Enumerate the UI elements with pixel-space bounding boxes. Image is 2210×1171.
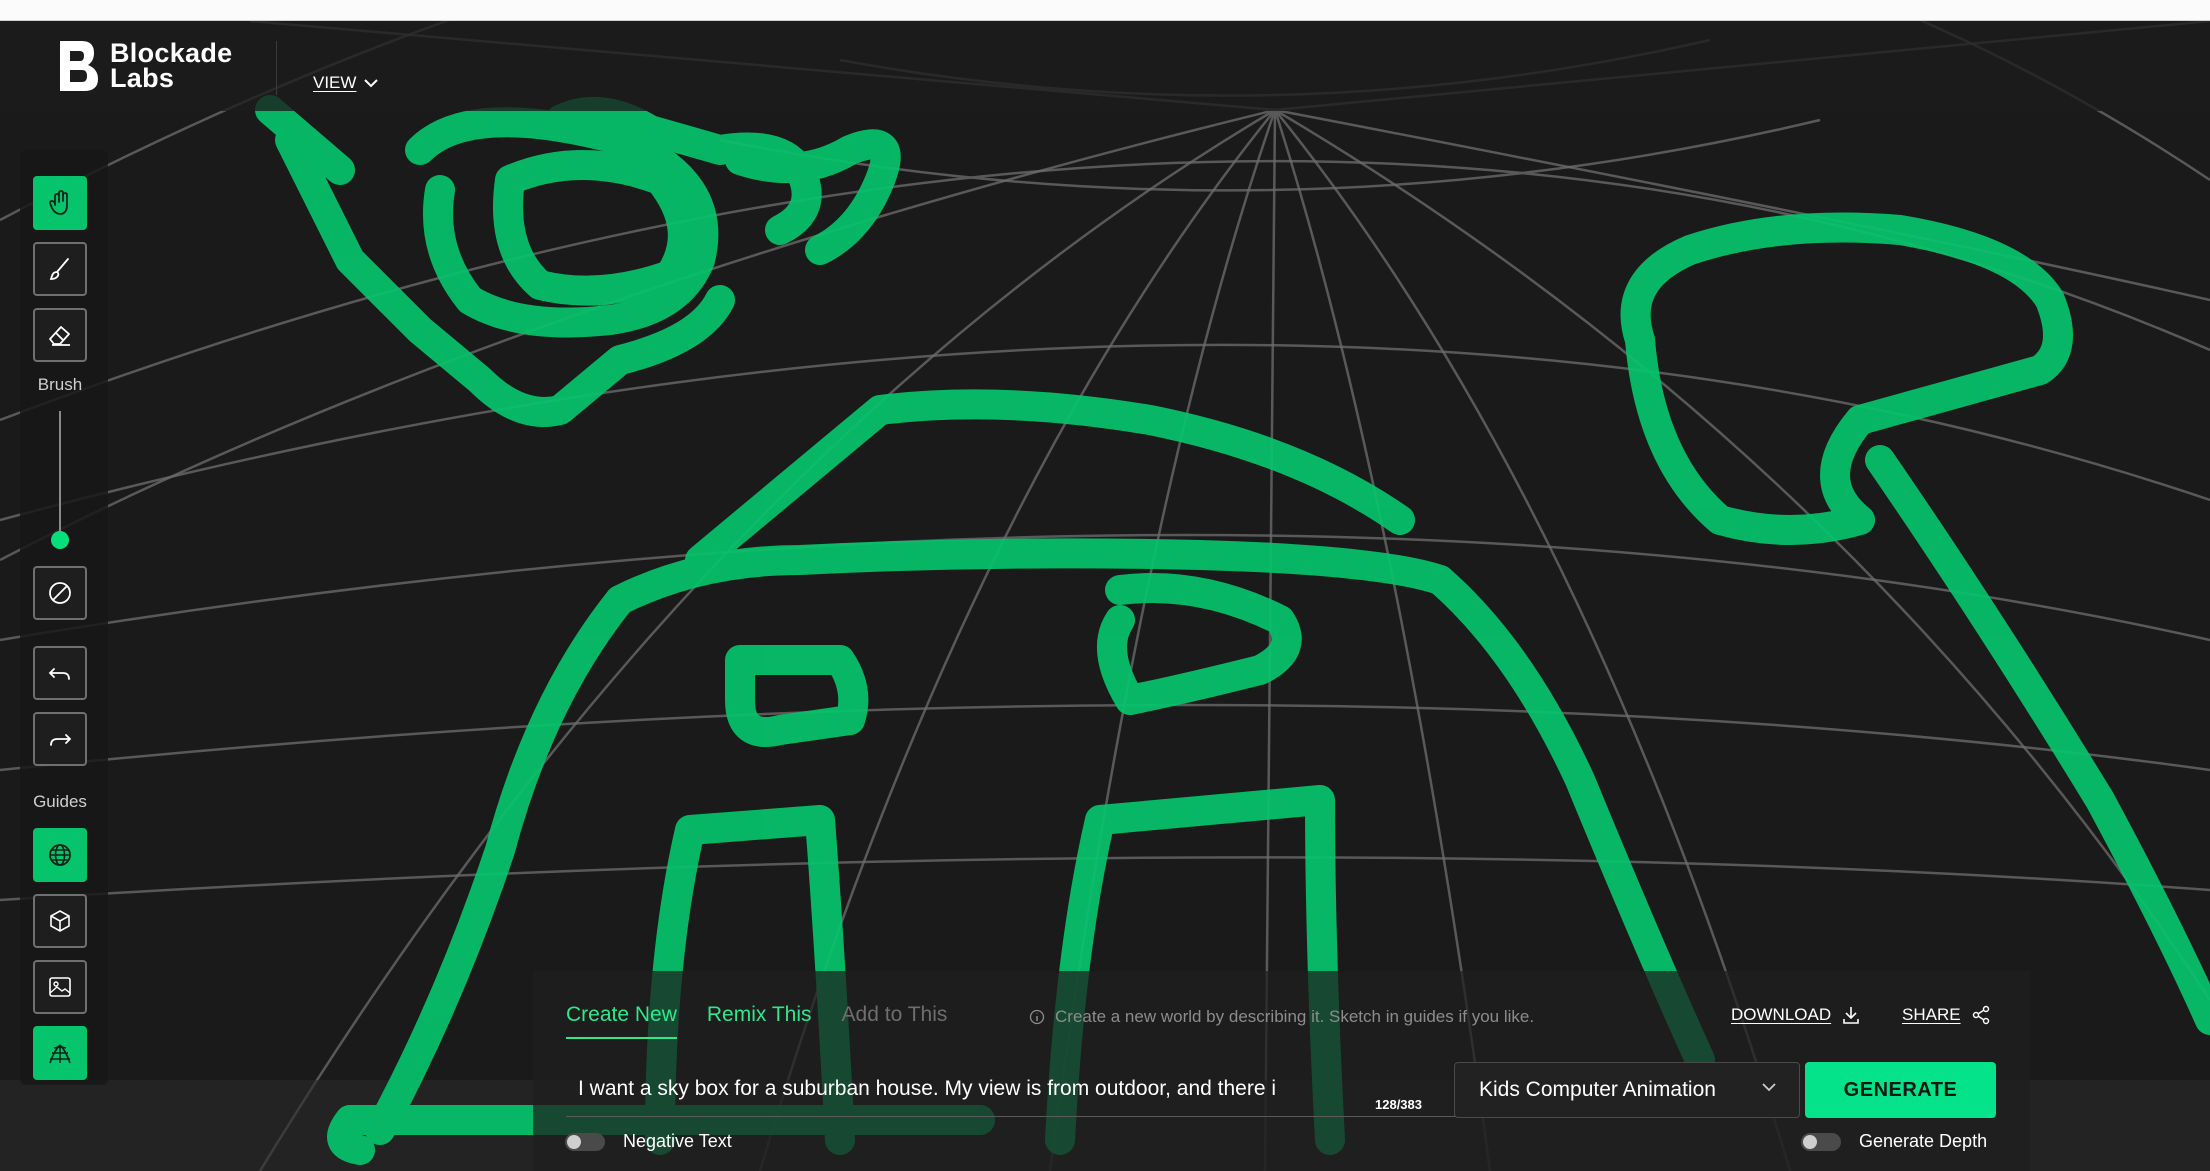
floor-grid-icon (49, 1044, 71, 1064)
cube-icon (50, 910, 70, 932)
brush-size-slider-handle[interactable] (51, 531, 69, 549)
tab-remix-this[interactable]: Remix This (707, 1003, 812, 1039)
image-guide-button[interactable] (33, 960, 87, 1014)
browser-bookmarks-strip (0, 0, 2210, 21)
undo-button[interactable] (33, 646, 87, 700)
globe-icon (49, 844, 71, 866)
chevron-down-icon (364, 79, 379, 88)
brush-icon (49, 258, 69, 280)
brand-name: Blockade Labs (110, 40, 232, 93)
brush-size-slider-track[interactable] (59, 411, 61, 539)
clear-canvas-button[interactable] (33, 566, 87, 620)
tab-create-new[interactable]: Create New (566, 1003, 677, 1039)
hand-icon (49, 190, 68, 215)
generate-depth-toggle-row: Generate Depth (1801, 1131, 1987, 1152)
character-count: 128/383 (1375, 1097, 1422, 1112)
negative-text-toggle[interactable] (565, 1132, 605, 1151)
image-icon (49, 977, 71, 997)
download-label: DOWNLOAD (1731, 1005, 1832, 1024)
generate-button[interactable]: GENERATE (1805, 1062, 1996, 1118)
floor-guide-button[interactable] (33, 1026, 87, 1080)
guides-section-label: Guides (33, 792, 87, 811)
tab-add-to-this[interactable]: Add to This (842, 1003, 948, 1039)
eraser-icon (49, 326, 70, 346)
view-menu-label: VIEW (313, 73, 357, 92)
share-button[interactable]: SHARE (1902, 1005, 1991, 1025)
view-menu-button[interactable]: VIEW (313, 73, 379, 93)
redo-button[interactable] (33, 712, 87, 766)
share-label: SHARE (1902, 1005, 1961, 1024)
style-select-value: Kids Computer Animation (1479, 1078, 1716, 1101)
pan-tool-button[interactable] (33, 176, 87, 230)
prompt-input[interactable]: I want a sky box for a suburban house. M… (566, 1071, 1472, 1117)
download-icon (1843, 1007, 1859, 1024)
prompt-panel: Create New Remix This Add to This Create… (533, 971, 2030, 1171)
redo-icon (50, 734, 72, 746)
sphere-guide-button[interactable] (33, 828, 87, 882)
download-button[interactable]: DOWNLOAD (1731, 1005, 1861, 1025)
brand-line-2: Labs (110, 63, 175, 93)
prompt-hint-text: Create a new world by describing it. Ske… (1055, 1007, 1535, 1026)
generate-depth-label: Generate Depth (1859, 1131, 1988, 1151)
cube-guide-button[interactable] (33, 894, 87, 948)
share-icon (1972, 1005, 1989, 1025)
drawing-toolbar: Brush Guides (20, 150, 108, 1085)
info-icon (1029, 1009, 1045, 1025)
prompt-mode-tabs: Create New Remix This Add to This (566, 1003, 947, 1039)
brush-section-label: Brush (37, 375, 83, 394)
top-navigation-bar: Blockade Labs VIEW (0, 21, 2210, 111)
style-select[interactable]: Kids Computer Animation (1454, 1062, 1800, 1118)
header-divider (276, 41, 277, 95)
brush-tool-button[interactable] (33, 242, 87, 296)
undo-icon (48, 668, 70, 680)
negative-text-label: Negative Text (623, 1131, 732, 1151)
blockade-labs-logo[interactable]: Blockade Labs (56, 39, 232, 93)
prompt-hint: Create a new world by describing it. Ske… (1029, 1007, 1534, 1027)
chevron-down-icon (1762, 1083, 1776, 1092)
eraser-tool-button[interactable] (33, 308, 87, 362)
generate-depth-toggle[interactable] (1801, 1132, 1841, 1151)
negative-text-toggle-row: Negative Text (565, 1131, 732, 1152)
clear-icon (49, 582, 71, 604)
blockade-logo-icon (60, 41, 98, 91)
